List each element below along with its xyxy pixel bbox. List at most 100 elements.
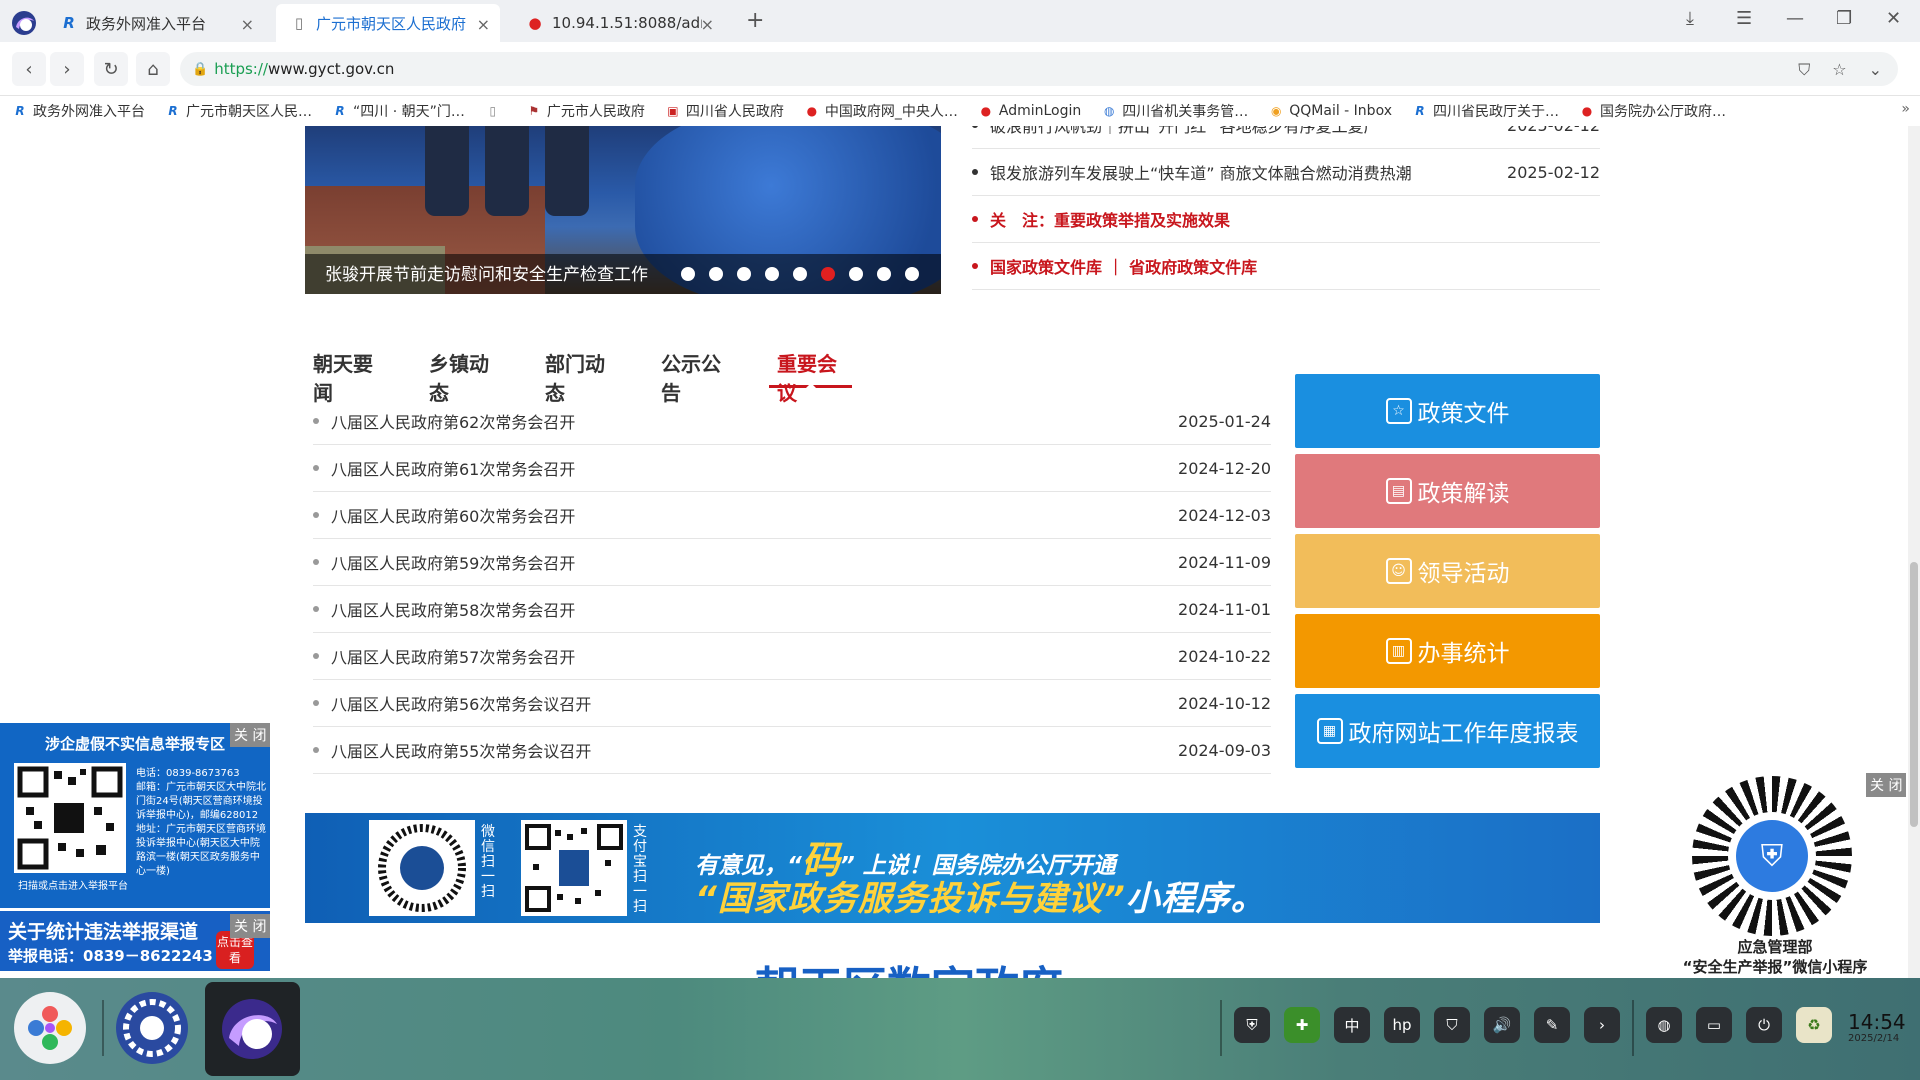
meeting-item[interactable]: 八届区人民政府第58次常务会召开 2024-11-01 — [313, 586, 1271, 633]
close-icon[interactable]: × — [701, 15, 714, 34]
recycle-bin-icon[interactable]: ♻ — [1796, 1007, 1832, 1043]
menu-icon[interactable]: ☰ — [1736, 8, 1752, 29]
meeting-item[interactable]: 八届区人民政府第56次常务会议召开 2024-10-12 — [313, 680, 1271, 727]
taskbar-active-browser[interactable] — [205, 982, 300, 1076]
carousel-dot[interactable] — [793, 267, 807, 281]
bookmark-item[interactable]: R 政务外网准入平台 — [12, 101, 145, 121]
close-ad1-button[interactable]: 关 闭 — [230, 723, 271, 747]
meeting-title[interactable]: 八届区人民政府第61次常务会召开 — [331, 456, 1178, 480]
quick-link-button[interactable]: ▥ 办事统计 — [1295, 614, 1600, 688]
volume-icon[interactable]: 🔊 — [1484, 1007, 1520, 1043]
meeting-item[interactable]: 八届区人民政府第57次常务会召开 2024-10-22 — [313, 633, 1271, 680]
double-chevron-right-icon[interactable]: » — [1901, 101, 1910, 117]
security-shield-icon[interactable]: ⛨ — [1234, 1007, 1270, 1043]
news-title[interactable]: 关 注：重要政策举措及实施效果 — [990, 207, 1600, 231]
complaint-banner[interactable]: 微信扫一扫 支付宝扫一扫 有意见，“码” 上说！国务院办公厅开通 “国家政务服务… — [305, 813, 1600, 923]
download-icon[interactable]: ⤓ — [1686, 8, 1694, 29]
bookmark-item[interactable]: ⚑ 广元市人民政府 — [526, 101, 644, 121]
pen-icon[interactable]: ✎ — [1534, 1007, 1570, 1043]
chevron-down-icon[interactable]: ⌄ — [1869, 60, 1882, 80]
quick-link-button[interactable]: ▤ 政策解读 — [1295, 454, 1600, 528]
restore-icon[interactable]: ❐ — [1836, 8, 1852, 29]
input-method-icon[interactable]: 中 — [1334, 1007, 1370, 1043]
bookmark-item[interactable]: ● 中国政府网_中央人… — [804, 101, 958, 121]
settings-gear-icon[interactable] — [116, 992, 188, 1064]
news-title[interactable]: 破浪前行风帆劲｜拼出“开门红” 各地稳步有序复工复产 — [990, 126, 1507, 137]
chevron-right-icon[interactable]: › — [1584, 1007, 1620, 1043]
forward-button[interactable]: › — [50, 52, 84, 86]
false-info-report-ad[interactable]: 涉企虚假不实信息举报专区 电话：0839-8673763 邮箱：广元市朝天区大中… — [0, 723, 270, 908]
home-button[interactable]: ⌂ — [136, 52, 170, 86]
bookmark-item[interactable]: ◉ QQMail - Inbox — [1268, 103, 1392, 119]
close-icon[interactable]: × — [477, 15, 490, 34]
meeting-title[interactable]: 八届区人民政府第62次常务会召开 — [331, 409, 1178, 433]
meeting-item[interactable]: 八届区人民政府第59次常务会召开 2024-11-09 — [313, 539, 1271, 586]
browser-logo-icon[interactable] — [10, 9, 38, 37]
meeting-title[interactable]: 八届区人民政府第55次常务会议召开 — [331, 738, 1178, 762]
news-item[interactable]: 银发旅游列车发展驶上“快车道” 商旅文体融合燃动消费热潮 2025-02-12 — [972, 149, 1600, 196]
network-globe-icon[interactable]: ◍ — [1646, 1007, 1682, 1043]
news-title[interactable]: 银发旅游列车发展驶上“快车道” 商旅文体融合燃动消费热潮 — [990, 160, 1507, 184]
meeting-item[interactable]: 八届区人民政府第55次常务会议召开 2024-09-03 — [313, 727, 1271, 774]
meeting-title[interactable]: 八届区人民政府第58次常务会召开 — [331, 597, 1178, 621]
news-item[interactable]: 破浪前行风帆劲｜拼出“开门红” 各地稳步有序复工复产2025-02-12 — [972, 126, 1600, 149]
meeting-item[interactable]: 八届区人民政府第61次常务会召开 2024-12-20 — [313, 445, 1271, 492]
carousel-dot[interactable] — [737, 267, 751, 281]
star-bookmark-icon[interactable]: ☆ — [1832, 60, 1846, 80]
close-ad2-button[interactable]: 关 闭 — [230, 914, 271, 938]
safety-report-miniprogram[interactable]: ⛨ 应急管理部 “安全生产举报”微信小程序码 — [1680, 766, 1890, 976]
carousel-dot[interactable] — [765, 267, 779, 281]
meeting-title[interactable]: 八届区人民政府第60次常务会召开 — [331, 503, 1178, 527]
news-carousel[interactable]: 张骏开展节前走访慰问和安全生产检查工作 — [305, 126, 941, 294]
clock-time[interactable]: 14:54 — [1848, 1010, 1906, 1034]
back-button[interactable]: ‹ — [12, 52, 46, 86]
section-tab[interactable]: 重要会议 — [769, 348, 852, 405]
bookmark-item[interactable]: ● 国务院办公厅政府… — [1579, 101, 1726, 121]
news-title[interactable]: 国家政策文件库 ｜ 省政府政策文件库 — [990, 254, 1600, 278]
shield-check-icon[interactable]: ⛉ — [1434, 1007, 1470, 1043]
carousel-dot[interactable] — [821, 267, 835, 281]
hp-printer-icon[interactable]: hp — [1384, 1007, 1420, 1043]
carousel-dot[interactable] — [709, 267, 723, 281]
scrollbar-thumb[interactable] — [1910, 562, 1918, 827]
bookmark-item[interactable]: ● AdminLogin — [978, 103, 1082, 119]
health-plus-icon[interactable]: ✚ — [1284, 1007, 1320, 1043]
carousel-dot[interactable] — [849, 267, 863, 281]
shield-extension-icon[interactable]: ⛉ — [1798, 60, 1810, 80]
page-scrollbar[interactable] — [1908, 126, 1920, 978]
url-bar[interactable]: 🔒 https://www.gyct.gov.cn ⛉ ☆ ⌄ — [180, 52, 1898, 86]
bookmark-item[interactable]: R 四川省民政厅关于… — [1412, 101, 1559, 121]
reload-button[interactable]: ↻ — [94, 52, 128, 86]
meeting-title[interactable]: 八届区人民政府第56次常务会议召开 — [331, 691, 1178, 715]
meeting-title[interactable]: 八届区人民政府第57次常务会召开 — [331, 644, 1178, 668]
quick-link-button[interactable]: ☺ 领导活动 — [1295, 534, 1600, 608]
bookmark-item[interactable]: ◍ 四川省机关事务管… — [1101, 101, 1248, 121]
quick-link-button[interactable]: ▦ 政府网站工作年度报表 — [1295, 694, 1600, 768]
carousel-dot[interactable] — [905, 267, 919, 281]
close-icon[interactable]: × — [241, 15, 254, 34]
meeting-item[interactable]: 八届区人民政府第62次常务会召开 2025-01-24 — [313, 398, 1271, 445]
carousel-dot[interactable] — [877, 267, 891, 281]
news-item[interactable]: 关 注：重要政策举措及实施效果 — [972, 196, 1600, 243]
close-right-ad-button[interactable]: 关 闭 — [1866, 773, 1907, 797]
section-tab[interactable]: 部门动态 — [537, 348, 620, 405]
tab-admin-ip[interactable]: ● 10.94.1.51:8088/admi × — [512, 4, 724, 42]
minimize-icon[interactable]: — — [1786, 8, 1804, 29]
meeting-item[interactable]: 八届区人民政府第60次常务会召开 2024-12-03 — [313, 492, 1271, 539]
meeting-title[interactable]: 八届区人民政府第59次常务会召开 — [331, 550, 1178, 574]
bookmark-item[interactable]: ▣ 四川省人民政府 — [665, 101, 784, 121]
carousel-dot[interactable] — [681, 267, 695, 281]
section-tab[interactable]: 乡镇动态 — [421, 348, 504, 405]
tab-admission-platform[interactable]: R 政务外网准入平台 × — [46, 4, 264, 42]
window-close-icon[interactable]: ✕ — [1886, 8, 1901, 29]
keyboard-icon[interactable]: ▭ — [1696, 1007, 1732, 1043]
section-tab[interactable]: 公示公告 — [653, 348, 736, 405]
quick-link-button[interactable]: ☆ 政策文件 — [1295, 374, 1600, 448]
new-tab-plus-icon[interactable]: + — [746, 8, 764, 33]
carousel-caption[interactable]: 张骏开展节前走访慰问和安全生产检查工作 — [325, 260, 648, 285]
tab-chaotian-government[interactable]: ▯ 广元市朝天区人民政府 × — [276, 4, 500, 42]
launcher-icon[interactable] — [14, 992, 86, 1064]
clock-date[interactable]: 2025/2/14 — [1848, 1033, 1899, 1044]
bookmark-item[interactable]: R “四川 · 朝天”门… — [332, 101, 464, 121]
news-item[interactable]: 国家政策文件库 ｜ 省政府政策文件库 — [972, 243, 1600, 290]
